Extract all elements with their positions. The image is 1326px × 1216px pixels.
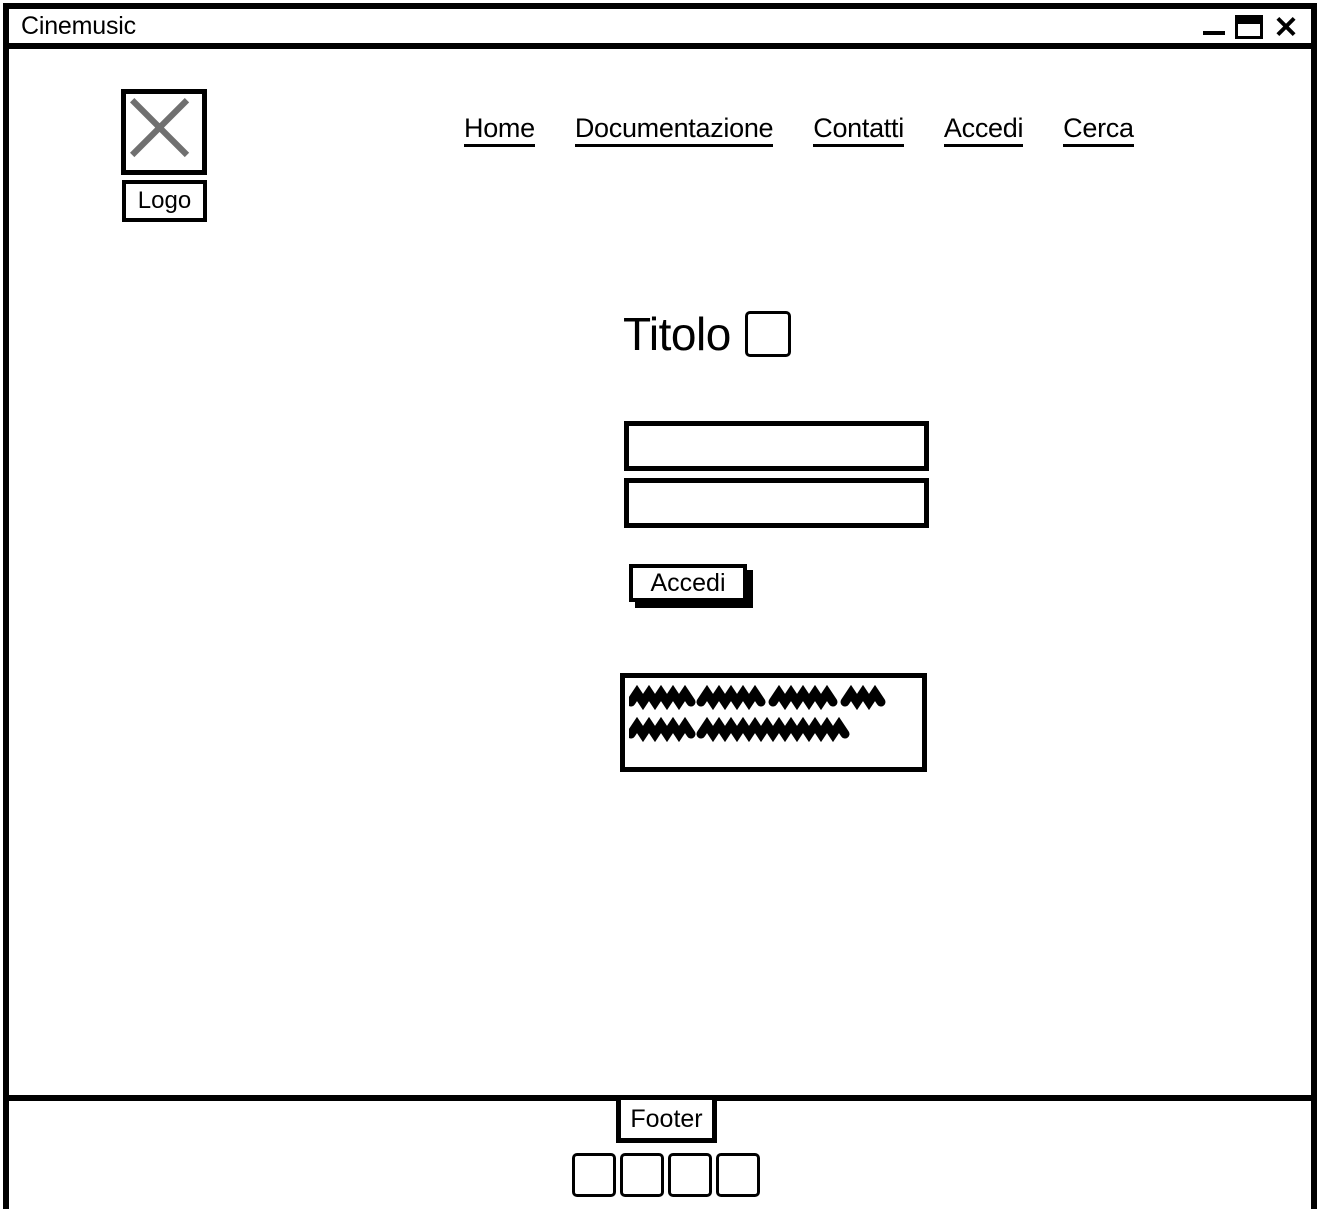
app-window: Cinemusic Logo Home Documentazione Conta… [3,3,1317,1209]
window-controls [1203,11,1299,39]
footer-box-3[interactable] [668,1153,712,1197]
footer-box-1[interactable] [572,1153,616,1197]
title-bar: Cinemusic [9,9,1311,49]
footer-box-4[interactable] [716,1153,760,1197]
logo-block[interactable]: Logo [121,89,213,229]
text-field-two[interactable] [624,478,929,528]
page-title: Titolo [623,308,731,360]
nav-link-documentazione[interactable]: Documentazione [574,113,774,147]
title-row: Titolo [623,311,791,357]
text-field-one[interactable] [624,421,929,471]
message-box[interactable] [620,673,927,772]
nav-link-cerca[interactable]: Cerca [1063,113,1134,147]
nav-link-accedi[interactable]: Accedi [943,113,1023,147]
title-checkbox[interactable] [744,311,791,357]
logo-label-box: Logo [122,180,207,222]
nav-link-contatti[interactable]: Contatti [813,113,904,147]
submit-button[interactable]: Accedi [629,564,747,602]
footer-label-box: Footer [616,1095,717,1143]
page-canvas: Logo Home Documentazione Contatti Accedi… [9,49,1311,1209]
footer-box-2[interactable] [620,1153,664,1197]
window-title: Cinemusic [21,12,136,40]
image-placeholder-x-icon [129,97,190,158]
submit-button-label: Accedi [650,568,726,597]
footer-region: Footer [9,1095,1311,1209]
footer-label-text: Footer [630,1104,703,1133]
top-nav: Home Documentazione Contatti Accedi Cerc… [464,113,1134,147]
maximize-icon[interactable] [1235,14,1263,39]
logo-label-text: Logo [137,187,192,214]
submit-button-wrap: Accedi [629,564,753,608]
close-icon[interactable] [1273,13,1299,39]
footer-boxes [572,1153,760,1197]
nav-link-home[interactable]: Home [464,113,535,147]
scribble-placeholder-icon [629,684,886,743]
minimize-icon[interactable] [1203,31,1225,35]
logo-image-placeholder [121,89,207,175]
